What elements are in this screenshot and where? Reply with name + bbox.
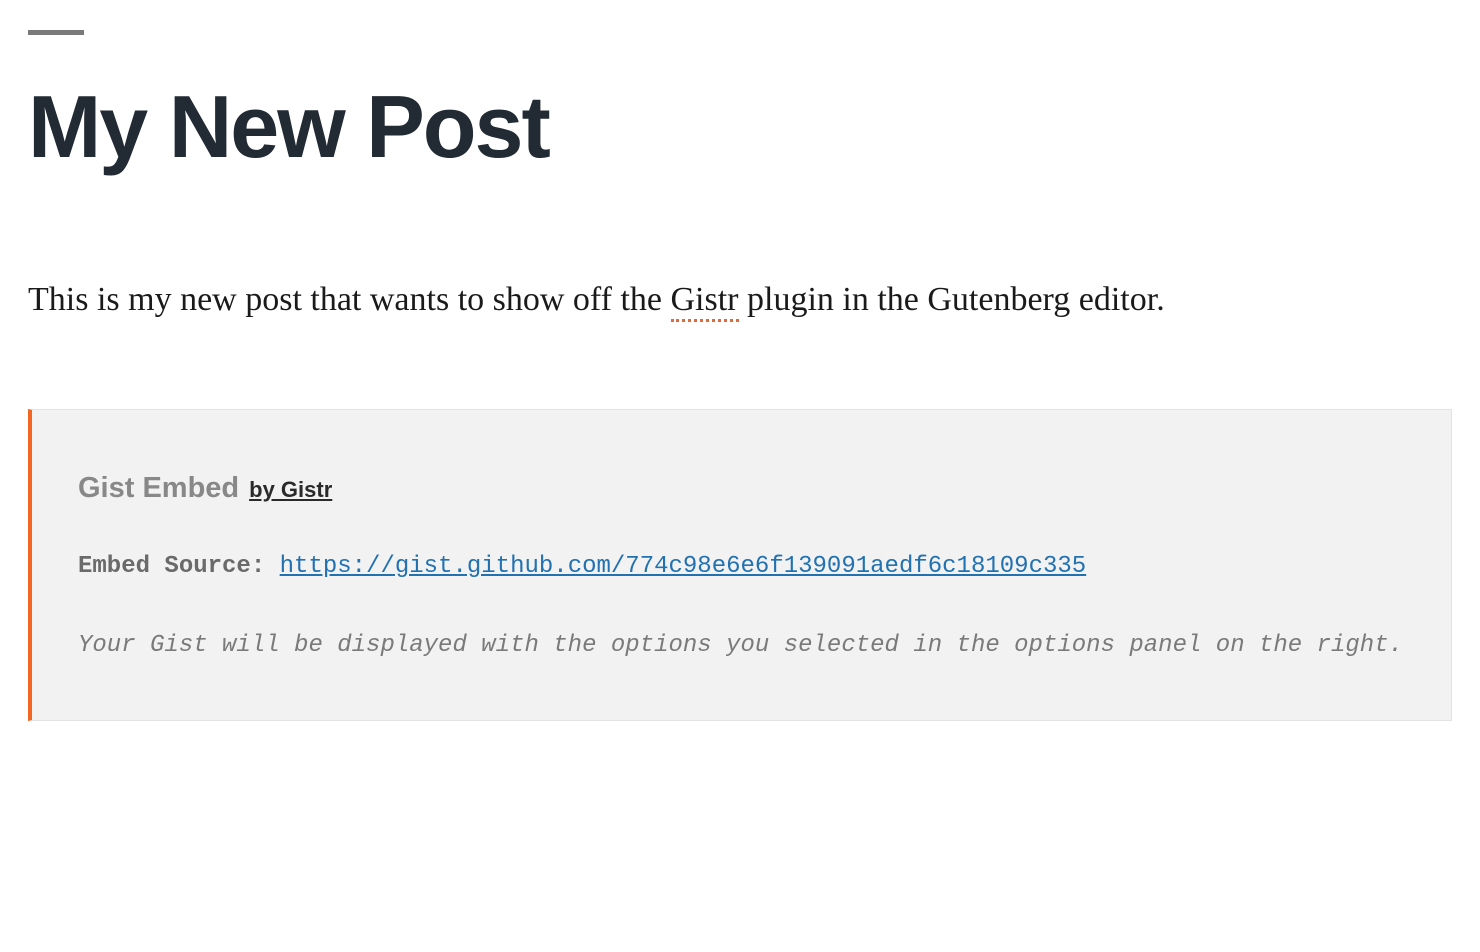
embed-note-text: Your Gist will be displayed with the opt… bbox=[78, 623, 1405, 669]
embed-header: Gist Embed by Gistr bbox=[78, 472, 1405, 505]
post-body-text-suffix: plugin in the Gutenberg editor. bbox=[739, 281, 1165, 318]
embed-title: Gist Embed bbox=[78, 472, 239, 504]
embed-source-label: Embed Source: bbox=[78, 553, 265, 580]
post-body-paragraph[interactable]: This is my new post that wants to show o… bbox=[28, 271, 1452, 329]
gist-embed-block[interactable]: Gist Embed by Gistr Embed Source: https:… bbox=[28, 409, 1452, 722]
post-title[interactable]: My New Post bbox=[28, 83, 1452, 171]
embed-byline-link[interactable]: by Gistr bbox=[249, 477, 332, 502]
spellcheck-word[interactable]: Gistr bbox=[671, 281, 739, 322]
title-accent-divider bbox=[28, 30, 84, 35]
post-body-text-prefix: This is my new post that wants to show o… bbox=[28, 281, 671, 318]
embed-source-row: Embed Source: https://gist.github.com/77… bbox=[78, 549, 1405, 585]
embed-source-url-link[interactable]: https://gist.github.com/774c98e6e6f13909… bbox=[280, 553, 1087, 580]
